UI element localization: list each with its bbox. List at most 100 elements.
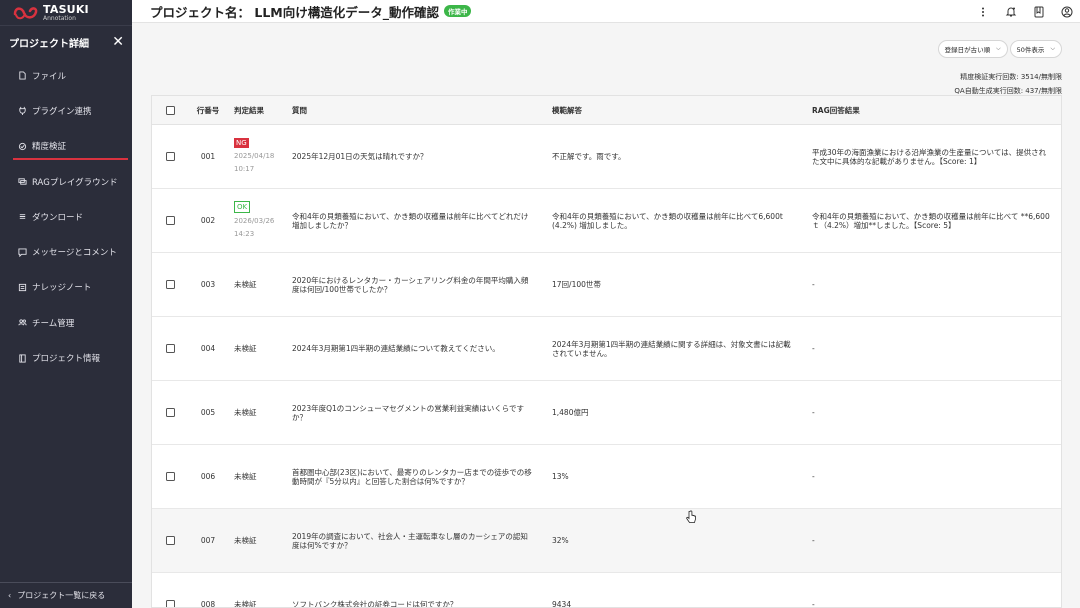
ng-badge: NG <box>234 137 249 148</box>
question-text: 2025年12月01日の天気は晴れですか？ <box>292 152 428 161</box>
chevron-down-icon: ⌵ <box>1050 45 1055 52</box>
logo[interactable]: TASUKI Annotation <box>0 0 132 26</box>
table-row[interactable]: 008 未検証 ソフトバンク株式会社の証券コードは何ですか？ 9434 - <box>152 573 1061 608</box>
sidebar-item-label: ナレッジノート <box>32 283 92 294</box>
row-number: 008 <box>200 600 216 608</box>
page-header: プロジェクト名： LLM向け構造化データ_動作確認 作業中 <box>132 0 1080 23</box>
judgement-status: 未検証 <box>234 408 257 417</box>
page-size-select-value: 50件表示 <box>1016 46 1045 54</box>
row-checkbox[interactable] <box>166 472 175 481</box>
back-to-projects-label: プロジェクト一覧に戻る <box>17 591 106 600</box>
judgement-status: 未検証 <box>234 600 257 608</box>
sidebar-item-file[interactable]: ファイル <box>0 58 132 93</box>
sidebar-item-accuracy[interactable]: 精度検証 <box>0 129 132 164</box>
logo-mark-icon <box>12 4 40 22</box>
row-checkbox[interactable] <box>166 280 175 289</box>
row-number: 001 <box>200 152 216 161</box>
sidebar-title: プロジェクト詳細 <box>9 38 89 50</box>
row-number: 004 <box>200 344 216 353</box>
sidebar-item-label: RAGプレイグラウンド <box>32 177 118 188</box>
table-header: 行番号 判定結果 質問 模範解答 RAG回答結果 <box>152 96 1061 125</box>
logo-sub-text: Annotation <box>43 14 76 22</box>
download-icon <box>18 212 27 221</box>
status-badge: 作業中 <box>443 5 472 17</box>
row-checkbox[interactable] <box>166 600 175 607</box>
note-icon <box>18 283 27 292</box>
column-header-rag-result: RAG回答結果 <box>812 105 860 115</box>
sidebar-item-label: チーム管理 <box>32 318 75 329</box>
question-text: 首都圏中心部(23区)において、最寄りのレンタカー店までの徒歩での移動時間が『5… <box>292 467 532 486</box>
sidebar-item-project-info[interactable]: プロジェクト情報 <box>0 340 132 375</box>
question-text: 2019年の調査において、社会人・主運転車なし層のカーシェアの認知度は何%ですか… <box>292 531 528 550</box>
row-checkbox[interactable] <box>166 152 175 161</box>
sidebar-item-messages[interactable]: メッセージとコメント <box>0 234 132 269</box>
rag-result-text: 令和4年の貝類養殖において、かき類の収穫量は前年に比べて **6,600ｔ（4.… <box>812 211 1050 230</box>
select-all-checkbox[interactable] <box>166 105 175 115</box>
page-size-select[interactable]: 50件表示 ⌵ <box>1009 40 1062 58</box>
back-to-projects-link[interactable]: ‹ プロジェクト一覧に戻る <box>0 582 132 608</box>
notification-bell-icon[interactable] <box>1004 5 1018 19</box>
account-icon[interactable] <box>1060 5 1074 19</box>
judged-date: 2026/03/26 <box>234 216 275 225</box>
judged-date: 2025/04/18 <box>234 151 275 160</box>
row-number: 007 <box>200 536 216 545</box>
sort-select[interactable]: 登録日が古い順 ⌵ <box>937 40 1008 58</box>
table-row[interactable]: 007 未検証 2019年の調査において、社会人・主運転車なし層のカーシェアの認… <box>152 509 1061 573</box>
sidebar: TASUKI Annotation プロジェクト詳細 ✕ ファイル プラグイン連… <box>0 0 132 608</box>
page-title: プロジェクト名： LLM向け構造化データ_動作確認 <box>150 4 439 20</box>
row-checkbox[interactable] <box>166 536 175 545</box>
close-icon[interactable]: ✕ <box>112 35 124 49</box>
sidebar-item-label: ファイル <box>32 71 67 82</box>
sidebar-item-label: 精度検証 <box>32 142 67 153</box>
rag-result-text: - <box>812 600 815 608</box>
manual-book-icon[interactable] <box>1032 5 1046 19</box>
row-checkbox[interactable] <box>166 408 175 417</box>
header-actions <box>962 0 1074 23</box>
table-row[interactable]: 003 未検証 2020年におけるレンタカー・カーシェアリング料金の年間平均購入… <box>152 253 1061 317</box>
sidebar-item-label: プラグイン連携 <box>32 106 92 117</box>
rag-result-text: - <box>812 344 815 353</box>
judged-time: 14:23 <box>234 229 255 238</box>
model-answer-text: 1,480億円 <box>552 408 589 417</box>
column-header-judgement: 判定結果 <box>234 105 264 115</box>
chevron-left-icon: ‹ <box>8 591 12 600</box>
sidebar-item-rag-playground[interactable]: RAGプレイグラウンド <box>0 164 132 199</box>
judgement-status: 未検証 <box>234 344 257 353</box>
sort-select-value: 登録日が古い順 <box>944 46 991 54</box>
plugin-icon <box>18 106 27 116</box>
rag-result-text: 平成30年の海面漁業における沿岸漁業の生産量については、提供された文中に具体的な… <box>812 147 1047 166</box>
row-number: 005 <box>200 408 216 417</box>
row-checkbox[interactable] <box>166 216 175 225</box>
more-vert-icon[interactable] <box>976 5 990 19</box>
table-row[interactable]: 004 未検証 2024年3月期第1四半期の連結業績について教えてください。 2… <box>152 317 1061 381</box>
logo-main-text: TASUKI <box>43 2 89 16</box>
model-answer-text: 不正解です。雨です。 <box>552 152 626 161</box>
chevron-down-icon: ⌵ <box>996 45 1001 52</box>
usage-counts: 精度検証実行回数: 3514/無制限 QA自動生成実行回数: 437/無制限 <box>954 70 1062 98</box>
model-answer-text: 13% <box>552 472 569 481</box>
column-header-row-number: 行番号 <box>196 105 220 115</box>
team-icon <box>18 318 27 327</box>
row-number: 002 <box>200 216 216 225</box>
sidebar-item-plugin[interactable]: プラグイン連携 <box>0 93 132 128</box>
table-row[interactable]: 002 OK 2026/03/26 14:23 令和4年の貝類養殖において、かき… <box>152 189 1061 253</box>
judgement-status: 未検証 <box>234 536 257 545</box>
accuracy-run-count: 精度検証実行回数: 3514/無制限 <box>960 73 1062 81</box>
sidebar-item-team[interactable]: チーム管理 <box>0 305 132 340</box>
message-icon <box>18 248 27 257</box>
table-row[interactable]: 001 NG 2025/04/18 10:17 2025年12月01日の天気は晴… <box>152 125 1061 189</box>
column-header-model-answer: 模範解答 <box>552 105 582 115</box>
model-answer-text: 2024年3月期第1四半期の連結業績に関する詳細は、対象文書には記載されていませ… <box>552 339 791 358</box>
sidebar-item-label: ダウンロード <box>32 212 84 223</box>
sidebar-item-download[interactable]: ダウンロード <box>0 199 132 234</box>
question-text: 令和4年の貝類養殖において、かき類の収穫量は前年に比べてどれだけ増加しましたか？ <box>292 211 529 230</box>
sidebar-nav: ファイル プラグイン連携 精度検証 RAGプレイグラウンド ダウンロード メッセ… <box>0 58 132 376</box>
model-answer-text: 32% <box>552 536 569 545</box>
rag-result-text: - <box>812 408 815 417</box>
sidebar-item-knowledge[interactable]: ナレッジノート <box>0 270 132 305</box>
question-text: ソフトバンク株式会社の証券コードは何ですか？ <box>292 600 458 608</box>
table-row[interactable]: 006 未検証 首都圏中心部(23区)において、最寄りのレンタカー店までの徒歩で… <box>152 445 1061 509</box>
table-row[interactable]: 005 未検証 2023年度Q1のコンシューマセグメントの営業利益実績はいくらで… <box>152 381 1061 445</box>
row-checkbox[interactable] <box>166 344 175 353</box>
row-number: 006 <box>200 472 216 481</box>
